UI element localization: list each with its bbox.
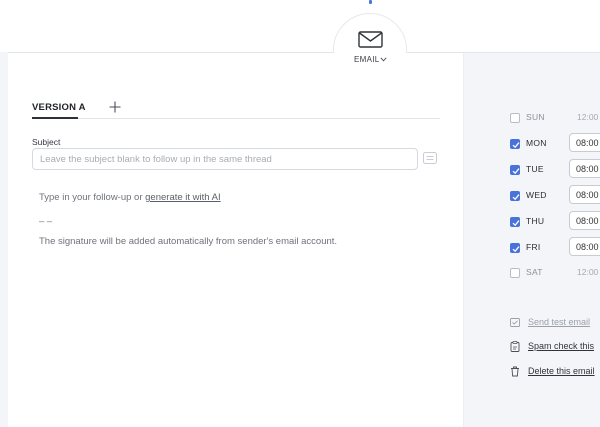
add-version-plus-icon[interactable] bbox=[109, 101, 121, 113]
day-row-sat[interactable]: SAT 12:00 bbox=[510, 265, 600, 283]
day-checkbox-thu[interactable] bbox=[510, 217, 520, 227]
day-checkbox-wed[interactable] bbox=[510, 191, 520, 201]
tab-row-divider bbox=[78, 118, 440, 119]
day-checkbox-sat[interactable] bbox=[510, 268, 520, 278]
send-test-email-link[interactable]: Send test email bbox=[528, 317, 590, 327]
generate-ai-link[interactable]: generate it with AI bbox=[145, 192, 221, 203]
clipboard-icon bbox=[510, 341, 520, 352]
subject-label: Subject bbox=[32, 137, 61, 147]
check-icon bbox=[512, 168, 520, 175]
day-label-sun: SUN bbox=[526, 112, 545, 122]
spam-check-action[interactable]: Spam check this bbox=[510, 340, 600, 354]
tab-version-a[interactable]: VERSION A bbox=[32, 102, 86, 113]
day-label-thu: THU bbox=[526, 216, 545, 226]
email-body-prompt[interactable]: Type in your follow-up or generate it wi… bbox=[39, 192, 221, 203]
chevron-down-icon[interactable] bbox=[380, 57, 387, 62]
day-time-input-fri[interactable]: 08:00 bbox=[569, 237, 600, 256]
day-row-wed[interactable]: WED 08:00 bbox=[510, 185, 600, 206]
day-checkbox-mon[interactable] bbox=[510, 139, 520, 149]
mail-icon[interactable] bbox=[358, 31, 383, 48]
day-row-fri[interactable]: FRI 08:00 bbox=[510, 237, 600, 258]
send-test-email-action[interactable]: Send test email bbox=[510, 316, 600, 330]
day-row-tue[interactable]: TUE 08:00 bbox=[510, 159, 600, 180]
day-checkbox-sun[interactable] bbox=[510, 113, 520, 123]
day-checkbox-fri[interactable] bbox=[510, 243, 520, 253]
subject-input[interactable] bbox=[32, 148, 418, 170]
active-tab-indicator bbox=[32, 117, 78, 119]
signature-note: The signature will be added automaticall… bbox=[39, 236, 338, 247]
check-icon bbox=[512, 220, 520, 227]
check-icon bbox=[512, 194, 520, 201]
day-label-tue: TUE bbox=[526, 164, 544, 174]
mail-test-icon bbox=[510, 318, 520, 327]
day-row-sun[interactable]: SUN 12:00 bbox=[510, 110, 600, 128]
delete-email-action[interactable]: Delete this email bbox=[510, 365, 600, 379]
day-checkbox-tue[interactable] bbox=[510, 165, 520, 175]
signature-separator: – – bbox=[39, 216, 53, 227]
day-time-input-wed[interactable]: 08:00 bbox=[569, 185, 600, 204]
day-label-mon: MON bbox=[526, 138, 547, 148]
channel-type-label[interactable]: EMAIL bbox=[354, 55, 380, 64]
day-label-fri: FRI bbox=[526, 242, 541, 252]
delete-email-link[interactable]: Delete this email bbox=[528, 366, 595, 376]
spam-check-link[interactable]: Spam check this bbox=[528, 341, 594, 351]
day-time-input-tue[interactable]: 08:00 bbox=[569, 159, 600, 178]
day-label-wed: WED bbox=[526, 190, 547, 200]
day-time-sat: 12:00 bbox=[577, 267, 599, 277]
day-row-thu[interactable]: THU 08:00 bbox=[510, 211, 600, 232]
day-time-sun: 12:00 bbox=[577, 112, 599, 122]
template-icon[interactable] bbox=[423, 152, 437, 164]
day-time-input-thu[interactable]: 08:00 bbox=[569, 211, 600, 230]
body-prompt-text: Type in your follow-up or bbox=[39, 192, 146, 203]
day-time-input-mon[interactable]: 08:00 bbox=[569, 133, 600, 152]
check-icon bbox=[512, 246, 520, 253]
check-icon bbox=[512, 142, 520, 149]
flow-connector-dot bbox=[369, 0, 372, 4]
trash-icon bbox=[511, 366, 519, 377]
top-canvas bbox=[0, 0, 600, 52]
day-row-mon[interactable]: MON 08:00 bbox=[510, 133, 600, 154]
day-label-sat: SAT bbox=[526, 267, 543, 277]
